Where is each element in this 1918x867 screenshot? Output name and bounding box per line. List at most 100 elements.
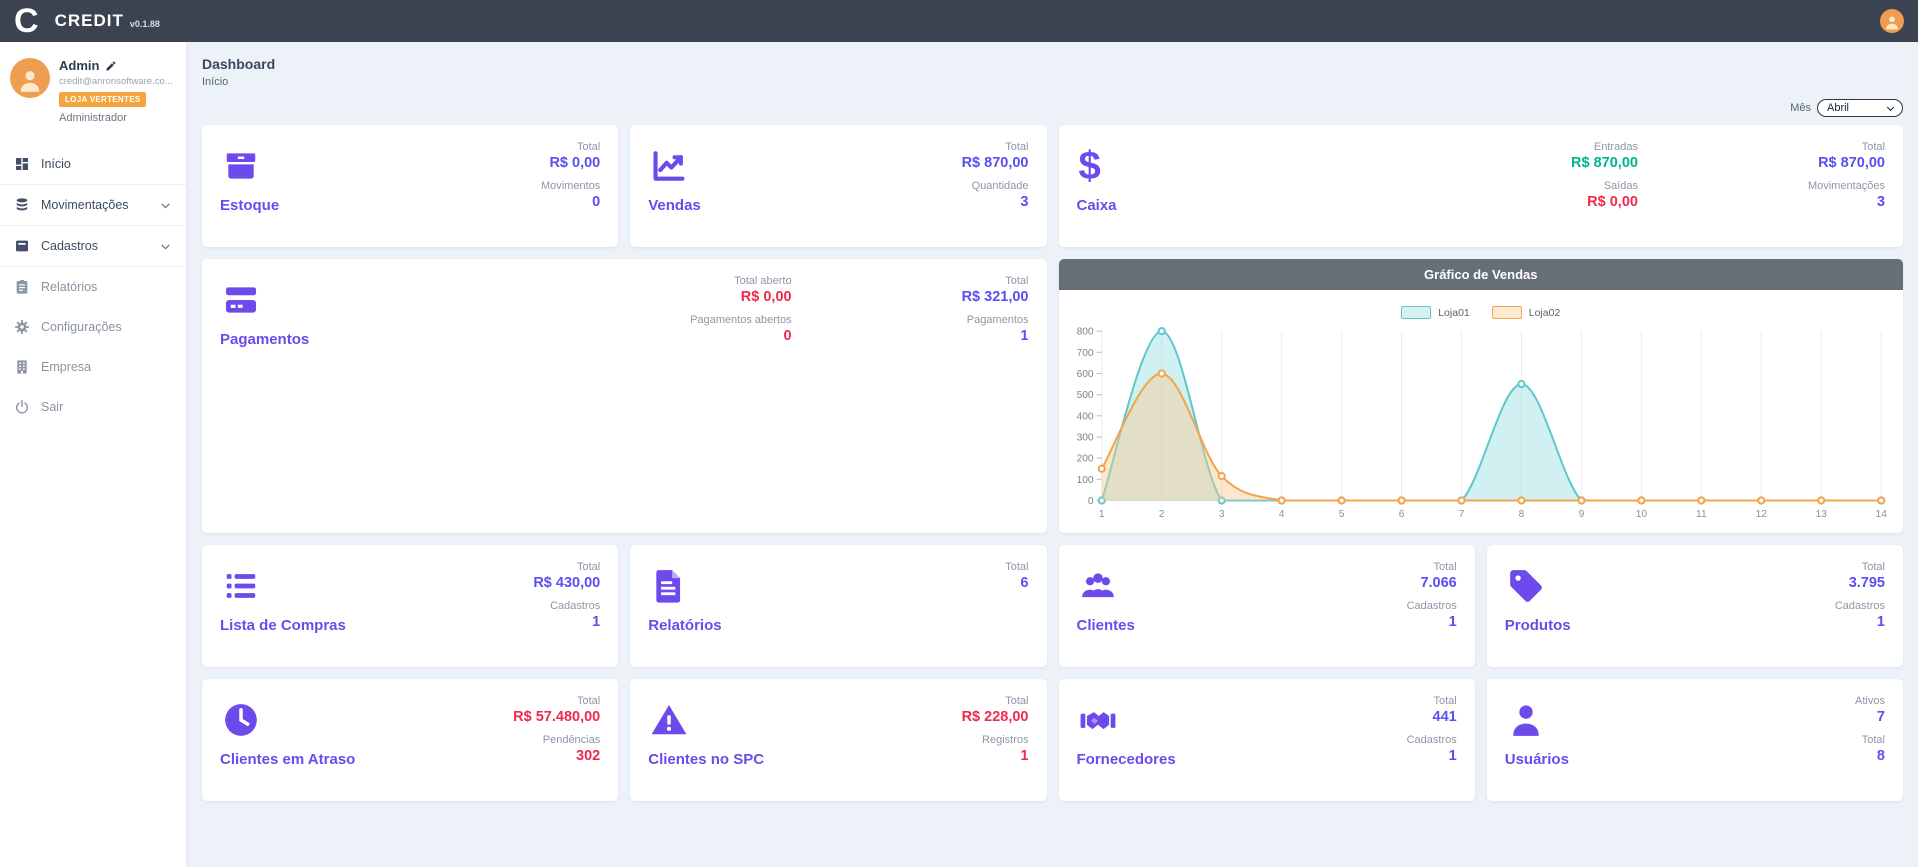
card-title[interactable]: Vendas (648, 197, 701, 214)
data-point-Loja02[interactable] (1338, 497, 1344, 503)
stat-label: Total aberto (690, 275, 792, 287)
store-badge: LOJA VERTENTES (59, 92, 146, 107)
card-pagamentos[interactable]: Pagamentos Total abertoR$ 0,00 Pagamento… (202, 259, 1047, 533)
data-point-Loja01[interactable] (1158, 328, 1164, 334)
card-title[interactable]: Produtos (1505, 617, 1571, 634)
card-title[interactable]: Usuários (1505, 751, 1569, 768)
card-title[interactable]: Clientes em Atraso (220, 751, 355, 768)
stat-value: 3 (962, 194, 1029, 210)
sidebar-item-sair[interactable]: Sair (0, 387, 186, 427)
y-tick-label: 500 (1076, 390, 1093, 401)
person-icon (1884, 14, 1900, 30)
y-tick-label: 800 (1076, 327, 1093, 338)
sidebar-item-cadastros[interactable]: Cadastros (0, 226, 186, 267)
users-icon (1079, 567, 1117, 605)
data-point-Loja02[interactable] (1818, 497, 1824, 503)
chevron-down-icon (159, 240, 172, 253)
stat-value: 7 (1855, 709, 1885, 725)
month-select[interactable]: Abril (1817, 99, 1903, 117)
stat-value: 0 (690, 328, 792, 344)
x-tick-label: 7 (1458, 509, 1464, 520)
sidebar-item-inicio[interactable]: Início (0, 144, 186, 184)
sidebar-item-empresa[interactable]: Empresa (0, 347, 186, 387)
user-profile: Admin credit@anronsoftware.co... LOJA VE… (0, 42, 186, 136)
chevron-down-icon (159, 199, 172, 212)
sidebar-nav: Início Movimentações Cadastros Relatório… (0, 144, 186, 427)
x-tick-label: 12 (1755, 509, 1767, 520)
legend-loja01[interactable]: Loja01 (1401, 306, 1470, 319)
card-usuarios[interactable]: Usuários Ativos7 Total8 (1487, 679, 1903, 801)
power-icon (14, 399, 30, 415)
data-point-Loja02[interactable] (1638, 497, 1644, 503)
cards-grid: Estoque TotalR$ 0,00 Movimentos0 Vendas … (202, 125, 1903, 801)
card-clientes-no-spc[interactable]: Clientes no SPC TotalR$ 228,00 Registros… (630, 679, 1046, 801)
card-lista-de-compras[interactable]: Lista de Compras TotalR$ 430,00 Cadastro… (202, 545, 618, 667)
user-email: credit@anronsoftware.co... (59, 76, 173, 87)
data-point-Loja02[interactable] (1158, 370, 1164, 376)
card-clientes-em-atraso[interactable]: Clientes em Atraso TotalR$ 57.480,00 Pen… (202, 679, 618, 801)
card-title[interactable]: Clientes (1077, 617, 1135, 634)
data-point-Loja02[interactable] (1098, 466, 1104, 472)
sidebar: Admin credit@anronsoftware.co... LOJA VE… (0, 42, 186, 867)
stat-label: Total (1005, 561, 1028, 573)
card-produtos[interactable]: Produtos Total3.795 Cadastros1 (1487, 545, 1903, 667)
sidebar-item-movimentacoes[interactable]: Movimentações (0, 184, 186, 226)
data-point-Loja02[interactable] (1398, 497, 1404, 503)
user-avatar[interactable] (1880, 9, 1904, 33)
data-point-Loja02[interactable] (1518, 497, 1524, 503)
stat-value: R$ 0,00 (541, 155, 600, 171)
card-title[interactable]: Caixa (1077, 197, 1117, 214)
stat-label: Total (962, 695, 1029, 707)
data-point-Loja02[interactable] (1578, 497, 1584, 503)
y-tick-label: 700 (1076, 348, 1093, 359)
stat-value: R$ 430,00 (533, 575, 600, 591)
y-tick-label: 200 (1076, 454, 1093, 465)
card-title[interactable]: Fornecedores (1077, 751, 1176, 768)
card-title[interactable]: Clientes no SPC (648, 751, 764, 768)
stat-value: 8 (1855, 748, 1885, 764)
stat-value: 1 (533, 614, 600, 630)
data-point-Loja02[interactable] (1878, 497, 1884, 503)
chart-line-icon (650, 147, 688, 185)
x-tick-label: 11 (1696, 509, 1707, 520)
card-clientes[interactable]: Clientes Total7.066 Cadastros1 (1059, 545, 1475, 667)
dollar-icon: $ (1079, 147, 1117, 185)
stat-value: R$ 870,00 (962, 155, 1029, 171)
card-relatorios[interactable]: Relatórios Total6 (630, 545, 1046, 667)
edit-pencil-icon[interactable] (105, 60, 117, 72)
stat-label: Total (1407, 561, 1457, 573)
card-fornecedores[interactable]: Fornecedores Total441 Cadastros1 (1059, 679, 1475, 801)
gear-icon (14, 319, 30, 335)
x-tick-label: 4 (1278, 509, 1284, 520)
x-tick-label: 6 (1398, 509, 1404, 520)
sidebar-item-relatorios[interactable]: Relatórios (0, 267, 186, 307)
legend-loja02[interactable]: Loja02 (1492, 306, 1561, 319)
data-point-Loja02[interactable] (1458, 497, 1464, 503)
stat-value: R$ 321,00 (962, 289, 1029, 305)
card-estoque[interactable]: Estoque TotalR$ 0,00 Movimentos0 (202, 125, 618, 247)
card-title[interactable]: Relatórios (648, 617, 721, 634)
avatar[interactable] (10, 58, 50, 98)
card-vendas[interactable]: Vendas TotalR$ 870,00 Quantidade3 (630, 125, 1046, 247)
card-title[interactable]: Pagamentos (220, 331, 309, 348)
stat-value: 3 (1808, 194, 1885, 210)
stat-label: Total (962, 141, 1029, 153)
data-point-Loja02[interactable] (1278, 497, 1284, 503)
chart-plot-area: 1234567891011121314010020030040050060070… (1059, 321, 1904, 533)
data-point-Loja01[interactable] (1518, 381, 1524, 387)
data-point-Loja02[interactable] (1698, 497, 1704, 503)
stat-label: Cadastros (533, 600, 600, 612)
card-title[interactable]: Lista de Compras (220, 617, 346, 634)
y-tick-label: 600 (1076, 369, 1093, 380)
sidebar-item-configuracoes[interactable]: Configurações (0, 307, 186, 347)
data-point-Loja02[interactable] (1218, 473, 1224, 479)
stat-label: Cadastros (1407, 734, 1457, 746)
document-icon (650, 567, 688, 605)
clock-icon (222, 701, 260, 739)
stat-value: R$ 870,00 (1808, 155, 1885, 171)
data-point-Loja02[interactable] (1758, 497, 1764, 503)
card-title[interactable]: Estoque (220, 197, 279, 214)
card-caixa[interactable]: $ Caixa EntradasR$ 870,00 SaídasR$ 0,00 … (1059, 125, 1904, 247)
stat-label: Cadastros (1835, 600, 1885, 612)
sidebar-item-label: Sair (41, 400, 63, 414)
